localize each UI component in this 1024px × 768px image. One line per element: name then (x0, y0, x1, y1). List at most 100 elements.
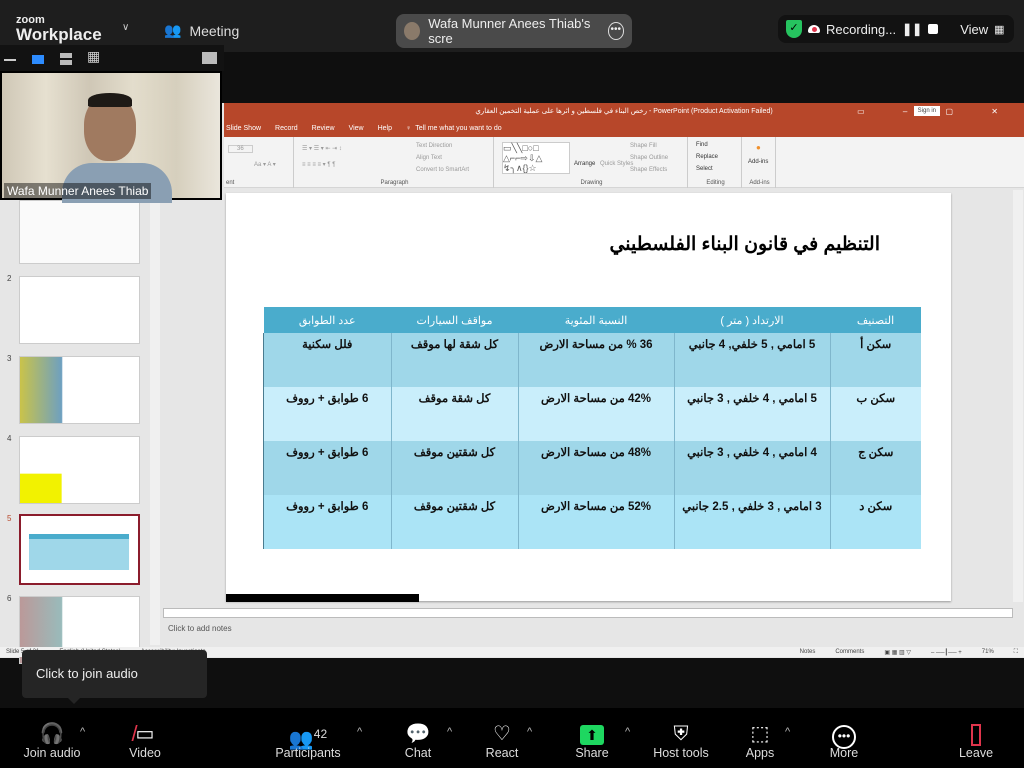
security-shield-icon[interactable]: ✓ (786, 20, 802, 38)
slide-progress-bar (226, 594, 419, 602)
stop-recording-button[interactable] (928, 24, 939, 34)
participants-options-caret[interactable]: ^ (357, 726, 362, 738)
menu-slide-show[interactable]: Slide Show (226, 125, 261, 132)
ppt-ribbon: 36 Aa ▾ A ▾ ent ☰ ▾ ☰ ▾ ⇤ ⇥ ↕ ≡ ≡ ≡ ≡ ▾ … (224, 137, 1024, 188)
zoom-level[interactable]: 71% (982, 649, 994, 655)
slide-thumbnail-5-active[interactable] (19, 514, 140, 585)
slide-canvas[interactable]: التنظيم في قانون البناء الفلسطيني التصني… (226, 193, 951, 601)
pause-recording-button[interactable]: ❚❚ (902, 22, 922, 36)
apps-options-caret[interactable]: ^ (785, 726, 790, 738)
share-button[interactable]: ⬆ Share (570, 722, 614, 760)
more-options-icon[interactable]: ••• (607, 22, 624, 40)
window-controls[interactable]: ▭ – ▢ ✕ (857, 103, 1016, 120)
editing-group-label: Editing (706, 180, 725, 186)
leave-icon (954, 722, 998, 746)
convert-smartart-button[interactable]: Convert to SmartArt (416, 167, 469, 173)
participants-button[interactable]: 👥42 Participants (272, 722, 344, 760)
slide-title[interactable]: التنظيم في قانون البناء الفلسطيني (226, 233, 880, 256)
video-button[interactable]: ▭ / Video (120, 722, 170, 761)
audio-options-caret[interactable]: ^ (80, 726, 85, 738)
slide-vertical-scrollbar[interactable] (1013, 190, 1023, 602)
cell: سكن د (829, 495, 921, 549)
notes-placeholder[interactable]: Click to add notes (168, 624, 232, 633)
slide-thumbnail-1[interactable] (19, 200, 140, 264)
shape-fill-button[interactable]: Shape Fill (630, 143, 657, 149)
shape-outline-button[interactable]: Shape Outline (630, 155, 668, 161)
strip-view-icon[interactable] (60, 53, 72, 65)
slide-thumbnail-3[interactable] (19, 356, 140, 424)
thumbnail-scrollbar[interactable] (150, 200, 160, 645)
slide-thumbnail-4[interactable] (19, 436, 140, 504)
addins-icon[interactable]: ● (756, 143, 761, 152)
shape-effects-button[interactable]: Shape Effects (630, 167, 667, 173)
thumbnail-number: 5 (7, 514, 12, 523)
slide-thumbnail-2[interactable] (19, 276, 140, 344)
chevron-down-icon[interactable]: ∨ (122, 22, 129, 33)
chat-button[interactable]: 💬 Chat (398, 722, 438, 760)
bullets-icon[interactable]: ☰ ▾ ☰ ▾ ⇤ ⇥ ↕ (302, 145, 342, 152)
menu-help[interactable]: Help (378, 125, 392, 132)
cell: سكن أ (829, 333, 921, 387)
quick-styles-button[interactable]: Quick Styles (600, 161, 633, 167)
thumbnail-number: 2 (7, 274, 12, 283)
ribbon-drawing-group: ▭╲╲□○□ △⌐⌐⇨⇩△ ↯╮∧{}☆ Arrange Quick Styles … (496, 137, 688, 188)
tell-me-search[interactable]: Tell me what you want to do (415, 125, 501, 132)
view-button[interactable]: View (960, 22, 988, 37)
react-button[interactable]: ♡ React (482, 722, 522, 760)
font-size-box[interactable]: 36 (228, 145, 253, 153)
shapes-gallery[interactable]: ▭╲╲□○□ △⌐⌐⇨⇩△ ↯╮∧{}☆ (502, 142, 570, 174)
menu-view[interactable]: View (349, 125, 364, 132)
more-label: More (829, 746, 859, 760)
meeting-menu[interactable]: 👥 Meeting (164, 22, 239, 39)
font-case-button[interactable]: Aa ▾ A ▾ (254, 161, 276, 168)
header-setback: الارتداد ( متر ) (674, 307, 830, 333)
minimize-icon[interactable] (4, 59, 16, 61)
more-button[interactable]: ••• More (824, 722, 864, 760)
participant-video-tile[interactable]: Wafa Munner Anees Thiab (0, 71, 222, 203)
share-options-caret[interactable]: ^ (625, 726, 630, 738)
leave-button[interactable]: Leave (954, 722, 998, 760)
find-button[interactable]: Find (696, 142, 708, 148)
pop-out-icon[interactable] (202, 52, 217, 64)
menu-review[interactable]: Review (312, 125, 335, 132)
screen-share-indicator[interactable]: Wafa Munner Anees Thiab's scre ••• (396, 14, 632, 48)
gallery-view-icon[interactable]: ▦ (87, 48, 100, 65)
chat-options-caret[interactable]: ^ (447, 726, 452, 738)
participant-count: 42 (313, 727, 328, 741)
arrange-button[interactable]: Arrange (574, 161, 595, 167)
join-audio-button[interactable]: 🎧 Join audio (18, 722, 86, 760)
react-options-caret[interactable]: ^ (527, 726, 532, 738)
ppt-window-title: رخص البناء في فلسطين و اثرها على عملية ا… (475, 108, 773, 115)
notes-toggle[interactable]: Notes (800, 649, 816, 655)
cell: 48% من مساحة الارض (517, 441, 674, 495)
addins-button[interactable]: Add-ins (748, 159, 768, 165)
cell: فلل سكنية (263, 333, 391, 387)
speaker-view-icon[interactable] (32, 55, 44, 64)
table-row: سكن ب 5 امامي , 4 خلفي , 3 جانبي 42% من … (263, 387, 921, 441)
ribbon-editing-group: Find Replace Select Editing (690, 137, 742, 188)
cell: 36 % من مساحة الارض (517, 333, 674, 387)
video-tile-controls: ▦ (0, 45, 224, 71)
recording-bar: ✓ Recording... ❚❚ View ▦ (778, 15, 1014, 43)
menu-record[interactable]: Record (275, 125, 298, 132)
align-icons[interactable]: ≡ ≡ ≡ ≡ ▾ ¶ ¶ (302, 161, 335, 168)
text-direction-button[interactable]: Text Direction (416, 143, 452, 149)
fit-to-window-icon[interactable]: ⛶ (1014, 649, 1018, 656)
cell: كل شقتين موقف (390, 441, 518, 495)
replace-button[interactable]: Replace (696, 154, 718, 160)
select-button[interactable]: Select (696, 166, 713, 172)
comments-toggle[interactable]: Comments (835, 649, 864, 655)
zoom-slider[interactable]: – ──┃── + (931, 649, 962, 656)
host-tools-button[interactable]: ⛨ Host tools (650, 722, 712, 760)
view-buttons[interactable]: ▣ ▦ ▥ ▽ (884, 649, 911, 656)
align-text-button[interactable]: Align Text (416, 155, 442, 161)
view-grid-icon[interactable]: ▦ (994, 23, 1004, 36)
people-icon: 👥 (164, 22, 182, 38)
building-regulations-table[interactable]: التصنيف الارتداد ( متر ) النسبة المئوية … (263, 307, 921, 549)
participants-icon: 👥42 (288, 727, 328, 751)
slide-horizontal-scrollbar[interactable] (163, 608, 1013, 618)
cell: كل شقة موقف (390, 387, 518, 441)
apps-button[interactable]: ⬚ Apps (740, 722, 780, 760)
table-row: سكن د 3 امامي , 3 خلفي , 2.5 جانبي 52% م… (263, 495, 921, 549)
cell: سكن ج (829, 441, 921, 495)
